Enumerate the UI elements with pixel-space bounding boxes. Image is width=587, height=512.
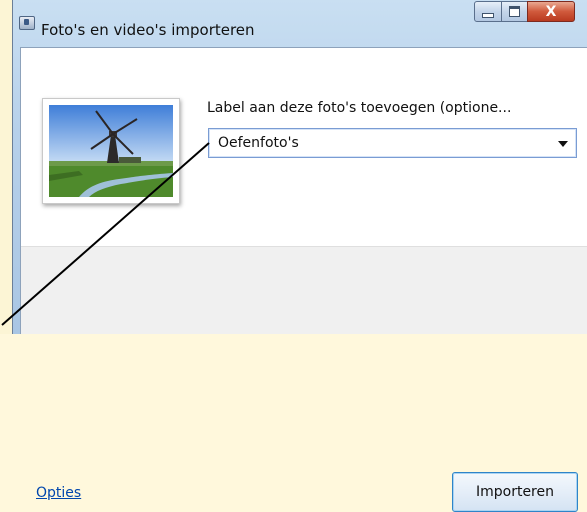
import-dialog-window: Foto's en video's importeren X Label aan…	[12, 0, 587, 512]
windmill-photo-icon	[49, 105, 173, 197]
tag-input[interactable]: Oefenfoto's	[218, 135, 299, 151]
options-link[interactable]: Opties	[36, 485, 81, 501]
close-button[interactable]: X	[527, 1, 575, 22]
photo-thumbnail	[42, 98, 180, 204]
tag-combobox[interactable]: Oefenfoto's	[208, 128, 577, 158]
window-controls: X	[474, 1, 575, 22]
maximize-icon	[509, 6, 520, 17]
titlebar[interactable]: Foto's en video's importeren X	[13, 0, 587, 40]
dialog-footer: Opties Importeren	[21, 246, 587, 512]
dropdown-arrow-icon[interactable]	[558, 141, 568, 147]
window-title: Foto's en video's importeren	[41, 21, 255, 39]
close-icon: X	[545, 3, 557, 20]
tag-label: Label aan deze foto's toevoegen (optione…	[207, 100, 512, 116]
app-icon	[19, 16, 35, 30]
dialog-client-area: Label aan deze foto's toevoegen (optione…	[20, 47, 587, 512]
maximize-button[interactable]	[501, 1, 528, 22]
minimize-icon	[482, 12, 494, 18]
minimize-button[interactable]	[474, 1, 502, 22]
import-button[interactable]: Importeren	[452, 472, 578, 512]
